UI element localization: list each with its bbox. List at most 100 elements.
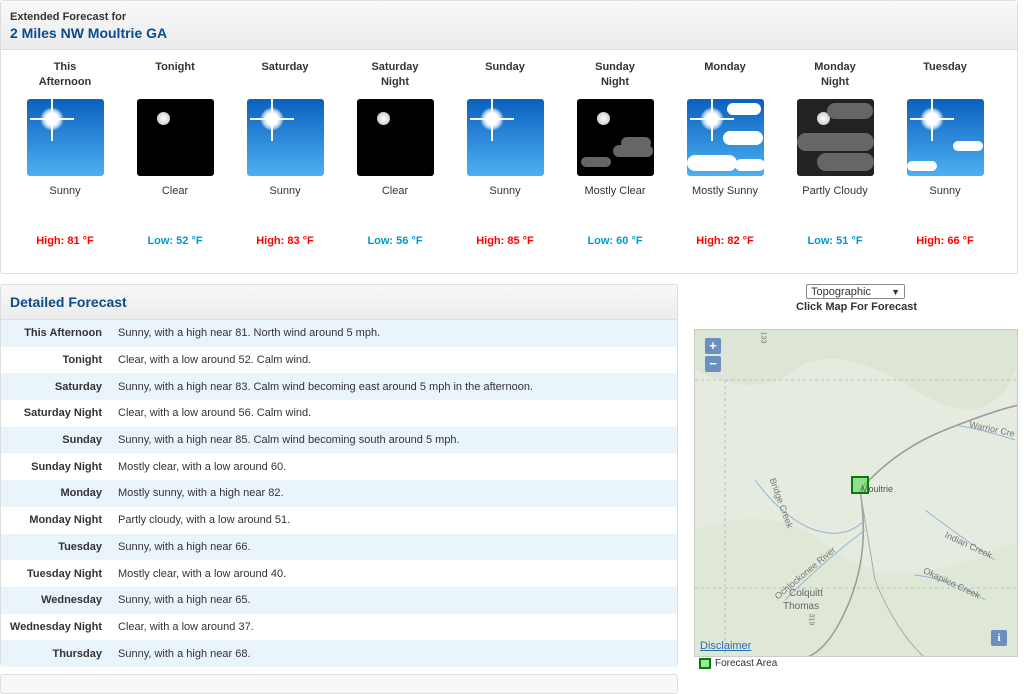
detailed-forecast-row: Wednesday Sunny, with a high near 65. xyxy=(1,586,677,614)
period-temperature: High: 66 °F xyxy=(916,235,974,247)
row-text: Mostly clear, with a low around 40. xyxy=(118,567,287,580)
sunny-icon xyxy=(466,99,544,176)
row-text: Clear, with a low around 52. Calm wind. xyxy=(118,354,312,367)
row-label: Saturday xyxy=(54,380,102,393)
row-label: Sunday xyxy=(62,434,102,447)
mostly-clear-night-icon xyxy=(576,99,654,176)
extended-forecast-panel: Extended Forecast for 2 Miles NW Moultri… xyxy=(0,0,1018,274)
next-panel-header xyxy=(0,674,678,694)
row-label: Monday xyxy=(60,487,102,500)
sunny-few-clouds-icon xyxy=(906,99,984,176)
map-type-value: Topographic xyxy=(811,285,871,298)
forecast-period: Saturday Night Clear Low: 56 °F xyxy=(340,51,450,247)
partly-cloudy-night-icon xyxy=(796,99,874,176)
row-text: Sunny, with a high near 65. xyxy=(118,594,251,607)
forecast-period: Monday Mostly Sunny High: 82 °F xyxy=(670,51,780,247)
row-text: Sunny, with a high near 66. xyxy=(118,540,251,553)
forecast-area-swatch xyxy=(699,658,711,669)
period-name: Sunday Night xyxy=(595,61,635,88)
detailed-forecast-title: Detailed Forecast xyxy=(1,285,677,320)
period-name: Saturday xyxy=(261,61,309,73)
period-name: Tuesday xyxy=(923,61,967,73)
detailed-forecast-row: Tuesday Night Mostly clear, with a low ar… xyxy=(1,560,677,587)
location-title[interactable]: 2 Miles NW Moultrie GA xyxy=(10,25,1008,41)
row-label: Monday Night xyxy=(29,514,102,527)
forecast-period: Sunday Night Mostly Clear Low: 60 °F xyxy=(560,51,670,247)
map-route-319: 319 xyxy=(807,613,815,626)
row-text: Mostly clear, with a low around 60. xyxy=(118,460,287,473)
row-label: Tuesday Night xyxy=(27,567,102,580)
row-text: Sunny, with a high near 81. North wind a… xyxy=(118,327,381,340)
row-text: Sunny, with a high near 83. Calm wind be… xyxy=(118,380,533,393)
detailed-forecast-row: Saturday Sunny, with a high near 83. Calm… xyxy=(1,373,677,401)
map-route-133: 133 xyxy=(759,331,767,344)
forecast-period: Monday Night Partly Cloudy Low: 51 °F xyxy=(780,51,890,247)
row-text: Mostly sunny, with a high near 82. xyxy=(118,487,284,500)
period-name: Sunday xyxy=(485,61,525,73)
period-name: Monday xyxy=(704,61,746,73)
sunny-icon xyxy=(26,99,104,176)
clear-night-icon xyxy=(136,99,214,176)
detailed-forecast-row: This Afternoon Sunny, with a high near 81… xyxy=(1,320,677,347)
period-name: This Afternoon xyxy=(38,61,92,88)
detailed-forecast-row: Monday Night Partly cloudy, with a low ar… xyxy=(1,507,677,534)
period-description: Mostly Clear xyxy=(584,185,646,197)
period-temperature: Low: 60 °F xyxy=(587,235,643,247)
detailed-forecast-row: Thursday Sunny, with a high near 68. xyxy=(1,640,677,667)
forecast-period: Sunday Sunny High: 85 °F xyxy=(450,51,560,247)
map-type-select[interactable]: Topographic ▼ xyxy=(806,284,905,299)
zoom-out-button[interactable]: − xyxy=(705,356,721,372)
forecast-period: Tuesday Sunny High: 66 °F xyxy=(890,51,1000,247)
row-label: Tonight xyxy=(62,354,103,367)
mostly-sunny-icon xyxy=(686,99,764,176)
forecast-period: Saturday Sunny High: 83 °F xyxy=(230,51,340,247)
period-temperature: Low: 56 °F xyxy=(367,235,423,247)
forecast-period: Tonight Clear Low: 52 °F xyxy=(120,51,230,247)
row-label: Sunday Night xyxy=(31,460,102,473)
period-temperature: High: 81 °F xyxy=(36,235,94,247)
period-description: Sunny xyxy=(269,185,301,197)
zoom-in-button[interactable]: + xyxy=(705,338,721,354)
detailed-forecast-row: Sunday Sunny, with a high near 85. Calm w… xyxy=(1,426,677,454)
map-label-thomas: Thomas xyxy=(783,601,820,612)
row-text: Partly cloudy, with a low around 51. xyxy=(118,514,291,527)
row-label: This Afternoon xyxy=(24,327,102,340)
row-label: Wednesday xyxy=(41,594,102,607)
row-text: Clear, with a low around 37. xyxy=(118,620,254,633)
row-text: Clear, with a low around 56. Calm wind. xyxy=(118,407,312,420)
info-button[interactable]: i xyxy=(991,630,1007,646)
detailed-forecast-row: Saturday Night Clear, with a low around 5… xyxy=(1,400,677,427)
disclaimer-link[interactable]: Disclaimer xyxy=(700,640,751,652)
period-temperature: High: 82 °F xyxy=(696,235,754,247)
detailed-forecast-row: Monday Mostly sunny, with a high near 82. xyxy=(1,480,677,507)
sunny-icon xyxy=(246,99,324,176)
detailed-forecast-panel: Detailed Forecast This Afternoon Sunny, w… xyxy=(0,284,678,667)
row-text: Sunny, with a high near 85. Calm wind be… xyxy=(118,434,460,447)
detailed-forecast-row: Tuesday Sunny, with a high near 66. xyxy=(1,533,677,561)
period-description: Sunny xyxy=(929,185,961,197)
row-label: Tuesday xyxy=(58,540,102,553)
period-name: Monday Night xyxy=(814,61,856,88)
row-label: Saturday Night xyxy=(23,407,102,420)
period-description: Partly Cloudy xyxy=(802,185,868,197)
detailed-forecast-table: This Afternoon Sunny, with a high near 81… xyxy=(1,320,677,667)
extended-forecast-header: Extended Forecast for 2 Miles NW Moultri… xyxy=(1,1,1017,50)
detailed-forecast-row: Tonight Clear, with a low around 52. Calm… xyxy=(1,347,677,374)
period-temperature: Low: 51 °F xyxy=(807,235,863,247)
period-description: Mostly Sunny xyxy=(691,185,759,197)
period-description: Clear xyxy=(161,185,189,197)
forecast-period: This Afternoon Sunny High: 81 °F xyxy=(10,51,120,247)
period-description: Sunny xyxy=(489,185,521,197)
period-temperature: Low: 52 °F xyxy=(147,235,203,247)
detailed-forecast-row: Wednesday Night Clear, with a low around … xyxy=(1,614,677,641)
map-legend: Forecast Area xyxy=(699,658,777,669)
period-name: Saturday Night xyxy=(371,61,419,88)
row-label: Wednesday Night xyxy=(9,620,102,633)
legend-label: Forecast Area xyxy=(715,658,778,669)
map-label-colquitt: Colquitt xyxy=(789,588,823,599)
map-label-moultrie: Moultrie xyxy=(861,484,894,494)
forecast-map[interactable]: + − Moultrie Warrior Cre Bridge Creek In… xyxy=(694,329,1018,657)
click-map-label: Click Map For Forecast xyxy=(796,301,918,313)
period-description: Clear xyxy=(381,185,409,197)
extended-forecast-label: Extended Forecast for xyxy=(10,11,127,23)
